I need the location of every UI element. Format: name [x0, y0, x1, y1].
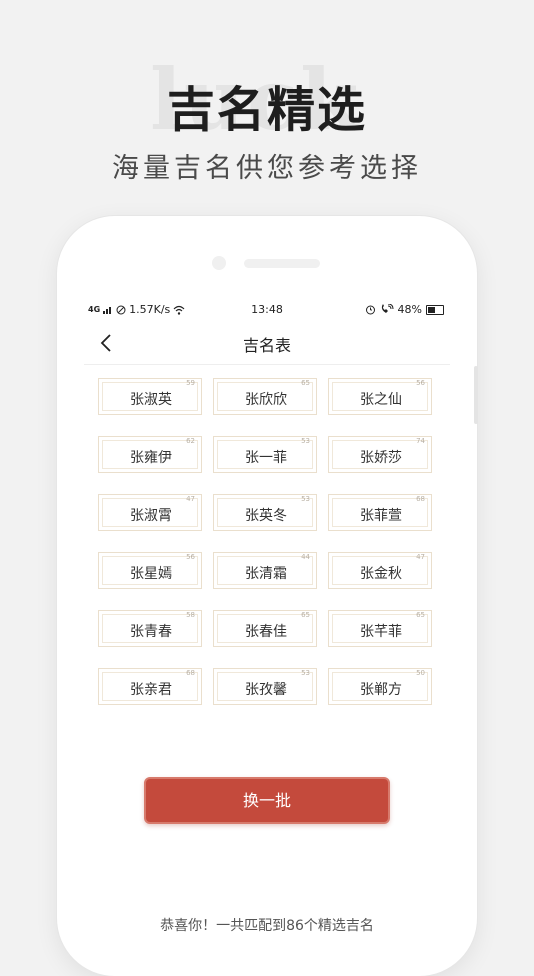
name-score: 56	[416, 379, 425, 387]
name-label: 张星嫣	[130, 566, 172, 582]
status-right: 48%	[365, 303, 444, 316]
alarm-icon	[365, 305, 375, 315]
phone-speaker	[244, 259, 320, 268]
name-card[interactable]: 68 张亲君	[98, 668, 202, 705]
name-label: 张芊菲	[360, 624, 402, 640]
battery-percent: 48%	[397, 303, 422, 316]
name-card[interactable]: 56 张之仙	[328, 378, 432, 415]
name-card[interactable]: 53 张英冬	[213, 494, 317, 531]
name-label: 张欣欣	[245, 392, 287, 408]
name-card[interactable]: 65 张春佳	[213, 610, 317, 647]
name-score: 68	[416, 495, 425, 503]
name-score: 59	[186, 379, 195, 387]
name-score: 62	[186, 437, 195, 445]
name-score: 53	[301, 495, 310, 503]
name-card[interactable]: 56 张星嫣	[98, 552, 202, 589]
name-label: 张娇莎	[360, 450, 402, 466]
name-score: 68	[186, 669, 195, 677]
name-label: 张淑霄	[130, 508, 172, 524]
call-icon	[381, 304, 394, 313]
name-label: 张之仙	[360, 392, 402, 408]
name-card[interactable]: 47 张金秋	[328, 552, 432, 589]
name-label: 张清霜	[245, 566, 287, 582]
name-label: 张雍伊	[130, 450, 172, 466]
name-score: 50	[416, 669, 425, 677]
name-label: 张郸方	[360, 682, 402, 698]
name-label: 张亲君	[130, 682, 172, 698]
name-card[interactable]: 44 张清霜	[213, 552, 317, 589]
name-card[interactable]: 74 张娇莎	[328, 436, 432, 473]
name-card[interactable]: 58 张青春	[98, 610, 202, 647]
name-score: 44	[301, 553, 310, 561]
phone-camera	[212, 256, 226, 270]
name-card[interactable]: 47 张淑霄	[98, 494, 202, 531]
battery-icon	[426, 304, 444, 315]
name-card[interactable]: 68 张菲萱	[328, 494, 432, 531]
name-label: 张春佳	[245, 624, 287, 640]
name-score: 53	[301, 669, 310, 677]
promo-subtitle: 海量吉名供您参考选择	[112, 153, 422, 184]
name-score: 74	[416, 437, 425, 445]
name-label: 张淑英	[130, 392, 172, 408]
app-screen: 4G 1.57K/s 13:48 48% 吉名表 59 张淑英 65 张欣欣 56 张之仙…	[84, 298, 450, 950]
name-label: 张一菲	[245, 450, 287, 466]
name-score: 53	[301, 437, 310, 445]
phone-side-button	[474, 366, 478, 424]
nav-bar: 吉名表	[84, 322, 450, 365]
name-score: 47	[416, 553, 425, 561]
page-title: 吉名表	[242, 336, 291, 355]
name-label: 张孜馨	[245, 682, 287, 698]
name-card[interactable]: 53 张一菲	[213, 436, 317, 473]
name-card[interactable]: 50 张郸方	[328, 668, 432, 705]
name-label: 张金秋	[360, 566, 402, 582]
name-card[interactable]: 65 张芊菲	[328, 610, 432, 647]
status-bar: 4G 1.57K/s 13:48 48%	[84, 298, 450, 322]
name-card[interactable]: 62 张雍伊	[98, 436, 202, 473]
name-card[interactable]: 59 张淑英	[98, 378, 202, 415]
name-score: 65	[301, 611, 310, 619]
name-score: 58	[186, 611, 195, 619]
refresh-batch-button[interactable]: 换一批	[144, 777, 390, 824]
name-label: 张菲萱	[360, 508, 402, 524]
match-summary: 恭喜你！一共匹配到86个精选吉名	[160, 918, 374, 934]
name-score: 47	[186, 495, 195, 503]
name-label: 张英冬	[245, 508, 287, 524]
name-score: 65	[301, 379, 310, 387]
name-score: 65	[416, 611, 425, 619]
name-card[interactable]: 53 张孜馨	[213, 668, 317, 705]
name-label: 张青春	[130, 624, 172, 640]
name-grid: 59 张淑英 65 张欣欣 56 张之仙 62 张雍伊 53 张一菲 74 张娇莎 47 张淑霄 53 张英冬…	[98, 378, 432, 705]
promo-title: 吉名精选	[166, 82, 367, 138]
name-card[interactable]: 65 张欣欣	[213, 378, 317, 415]
name-score: 56	[186, 553, 195, 561]
